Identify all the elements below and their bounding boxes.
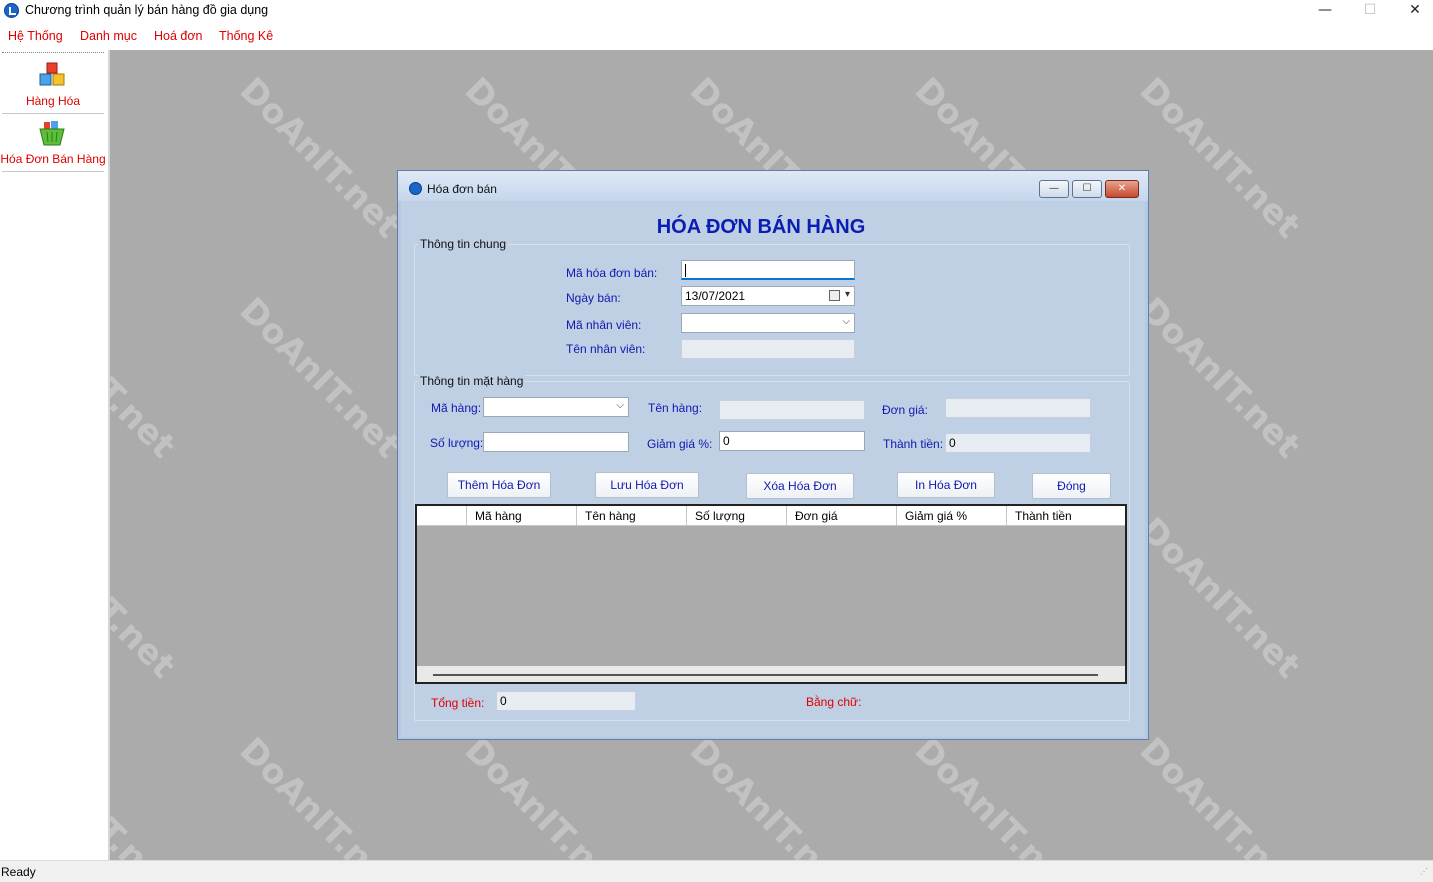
watermark: DoAnIT.net — [110, 730, 183, 860]
invoice-id-input[interactable] — [681, 260, 855, 280]
total-field: 0 — [496, 691, 636, 711]
watermark: DoAnIT.net — [231, 70, 408, 247]
group-label: Thông tin chung — [418, 237, 509, 251]
close-form-button[interactable]: Đóng — [1032, 473, 1111, 499]
date-picker[interactable]: 13/07/2021 ▾ — [681, 286, 855, 306]
menu-danh-muc[interactable]: Danh mục — [80, 29, 137, 43]
discount-input[interactable]: 0 — [719, 431, 865, 451]
watermark: DoAnIT.net — [456, 730, 633, 860]
employee-name-field — [681, 339, 855, 359]
invoice-form-window: Hóa đơn bán — ☐ ✕ HÓA ĐƠN BÁN HÀNG Thông… — [397, 170, 1149, 740]
column-header[interactable]: Giảm giá % — [897, 506, 1007, 526]
watermark: DoAnIT.net — [110, 290, 183, 467]
item-id-label: Mã hàng: — [431, 401, 482, 415]
column-header[interactable]: Tên hàng — [577, 506, 687, 526]
form-minimize-button[interactable]: — — [1039, 180, 1069, 198]
date-value: 13/07/2021 — [685, 289, 746, 303]
watermark: DoAnIT.net — [1131, 290, 1308, 467]
chevron-down-icon[interactable]: ⌵ — [842, 316, 850, 327]
invoice-items-grid[interactable]: Mã hàng Tên hàng Số lượng Đơn giá Giảm g… — [415, 504, 1127, 684]
print-invoice-button[interactable]: In Hóa Đơn — [897, 472, 995, 498]
status-text: Ready — [1, 865, 36, 879]
item-name-field — [719, 400, 865, 420]
delete-invoice-button[interactable]: Xóa Hóa Đơn — [746, 473, 854, 499]
employee-id-label: Mã nhân viên: — [566, 318, 642, 332]
calendar-icon[interactable] — [829, 290, 840, 301]
line-total-field: 0 — [945, 433, 1091, 453]
watermark: DoAnIT.net — [231, 730, 408, 860]
sidebar-item-label: Hóa Đơn Bán Hàng — [0, 152, 106, 166]
column-header[interactable]: Đơn giá — [787, 506, 897, 526]
unit-price-field — [945, 398, 1091, 418]
line-total-label: Thành tiền: — [883, 437, 944, 451]
scrollbar-thumb[interactable] — [433, 674, 1098, 676]
form-title-bar[interactable]: Hóa đơn bán — ☐ ✕ — [398, 171, 1148, 201]
quantity-label: Số lượng: — [430, 436, 484, 450]
minimize-button[interactable]: — — [1302, 0, 1348, 22]
employee-name-label: Tên nhân viên: — [566, 342, 646, 356]
watermark: DoAnIT.net — [906, 730, 1083, 860]
row-header-cell — [417, 506, 467, 526]
group-label: Thông tin mặt hàng — [418, 374, 526, 388]
chevron-down-icon[interactable]: ▾ — [845, 289, 850, 300]
save-invoice-button[interactable]: Lưu Hóa Đơn — [595, 472, 699, 498]
item-name-label: Tên hàng: — [648, 401, 703, 415]
watermark: DoAnIT.net — [1131, 70, 1308, 247]
column-header[interactable]: Thành tiền — [1007, 506, 1125, 526]
main-title-bar: Chương trình quản lý bán hàng đồ gia dụn… — [0, 0, 1433, 22]
form-title: Hóa đơn bán — [427, 182, 497, 196]
grid-header: Mã hàng Tên hàng Số lượng Đơn giá Giảm g… — [417, 506, 1125, 526]
total-label: Tổng tiền: — [431, 696, 485, 710]
toolbar-grip — [2, 52, 104, 53]
sidebar-item-label: Hàng Hóa — [25, 94, 81, 108]
watermark: DoAnIT.net — [231, 290, 408, 467]
column-header[interactable]: Mã hàng — [467, 506, 577, 526]
status-bar: Ready ⋰ — [0, 860, 1433, 882]
sidebar-item-hang-hoa[interactable]: Hàng Hóa — [0, 56, 106, 114]
watermark: DoAnIT.net — [1131, 510, 1308, 687]
menu-bar: Hệ Thống Danh mục Hoá đơn Thống Kê — [0, 26, 1433, 48]
app-title: Chương trình quản lý bán hàng đồ gia dụn… — [25, 3, 269, 17]
invoice-id-label: Mã hóa đơn bán: — [566, 266, 658, 280]
chevron-down-icon[interactable]: ⌵ — [616, 400, 624, 411]
watermark: DoAnIT.net — [1131, 730, 1308, 860]
resize-grip-icon[interactable]: ⋰ — [1420, 867, 1430, 879]
discount-label: Giảm giá %: — [647, 437, 713, 451]
maximize-button[interactable]: ☐ — [1347, 0, 1393, 22]
shopping-basket-icon — [39, 121, 65, 146]
menu-thong-ke[interactable]: Thống Kê — [219, 29, 273, 43]
form-restore-button[interactable]: ☐ — [1072, 180, 1102, 198]
text-caret — [685, 264, 686, 277]
quantity-input[interactable] — [483, 432, 629, 452]
item-id-select[interactable]: ⌵ — [483, 397, 629, 417]
form-icon — [409, 182, 422, 195]
in-words-label: Bằng chữ: — [806, 695, 862, 709]
form-client-area: HÓA ĐƠN BÁN HÀNG Thông tin chung Mã hóa … — [401, 201, 1145, 737]
sidebar-item-hoa-don-ban-hang[interactable]: Hóa Đơn Bán Hàng — [0, 114, 106, 172]
column-header[interactable]: Số lượng — [687, 506, 787, 526]
menu-he-thong[interactable]: Hệ Thống — [8, 29, 63, 43]
form-heading: HÓA ĐƠN BÁN HÀNG — [656, 216, 866, 238]
app-icon — [4, 3, 19, 18]
date-label: Ngày bán: — [566, 291, 621, 305]
menu-hoa-don[interactable]: Hoá đơn — [154, 29, 203, 43]
add-invoice-button[interactable]: Thêm Hóa Đơn — [447, 472, 551, 498]
divider — [2, 171, 104, 172]
employee-id-select[interactable]: ⌵ — [681, 313, 855, 333]
unit-price-label: Đơn giá: — [882, 403, 928, 417]
watermark: DoAnIT.net — [681, 730, 858, 860]
cubes-icon — [39, 62, 65, 86]
close-button[interactable]: ✕ — [1392, 0, 1433, 22]
watermark: DoAnIT.net — [110, 510, 183, 687]
sidebar-toolbar: Hàng Hóa Hóa Đơn Bán Hàng — [0, 50, 110, 860]
form-close-button[interactable]: ✕ — [1105, 180, 1139, 198]
